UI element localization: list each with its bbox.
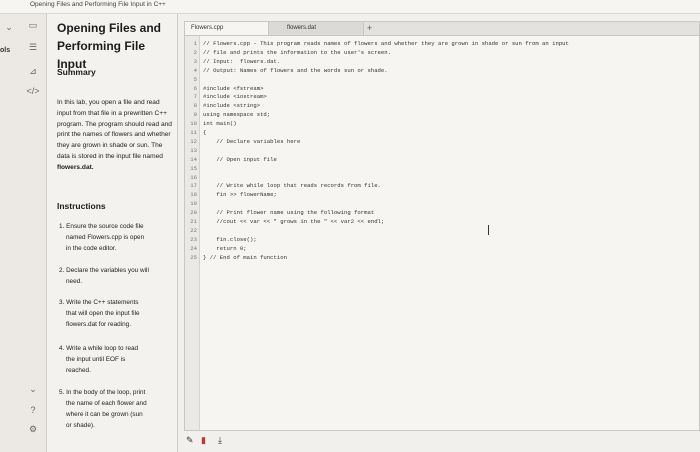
book-icon[interactable]: ▭ [26, 20, 40, 31]
step-line: or shade). [66, 422, 95, 429]
line-number: 4 [193, 66, 197, 74]
line-number: 21 [190, 218, 197, 225]
step-line: Write the C++ statements [66, 299, 139, 306]
editor-toolbar: ✎ ▮ ⤓ [184, 429, 698, 452]
new-tab-button[interactable]: + [367, 22, 372, 35]
download-icon[interactable]: ⤓ [218, 435, 222, 446]
code-line[interactable]: // Input: flowers.dat. [203, 58, 280, 65]
line-number: 13 [190, 146, 197, 154]
lesson-panel: Opening Files and Performing File Input … [47, 14, 178, 452]
instruction-step: 2. Declare the variables you will need. [59, 265, 149, 287]
instruction-step: 3. Write the C++ statements that will op… [59, 297, 140, 330]
chevron-down-icon[interactable]: ⌄ [26, 384, 40, 395]
code-line[interactable]: fin.close(); [203, 236, 256, 243]
step-line: need. [66, 278, 82, 285]
code-line[interactable]: { [203, 129, 206, 136]
step-line: reached. [66, 367, 91, 374]
line-number: 1 [193, 40, 197, 47]
code-line[interactable]: #include <string> [203, 102, 260, 109]
line-number: 23 [190, 235, 197, 243]
rail-label: ols [0, 47, 11, 54]
step-number: 3. [59, 299, 65, 306]
step-line: that will open the input file [66, 310, 140, 317]
left-rail: ⌄ ▭ ols ☰ ⊿ </> ⌄ ? ⚙ [0, 14, 47, 452]
code-line[interactable]: #include <iostream> [203, 93, 267, 100]
instruction-step: 4. Write a while loop to read the input … [59, 343, 138, 376]
help-icon[interactable]: ? [26, 405, 40, 415]
code-line[interactable]: int main() [203, 120, 237, 127]
code-line[interactable]: // Flowers.cpp - This program reads name… [203, 40, 569, 47]
line-number: 16 [190, 173, 197, 181]
line-number: 8 [193, 102, 197, 110]
tab-flowers-dat[interactable]: flowers.dat [269, 22, 364, 35]
tab-flowers-cpp[interactable]: Flowers.cpp [185, 22, 269, 35]
breadcrumb: Opening Files and Performing File Input … [30, 1, 166, 8]
code-line[interactable]: // Output: Names of flowers and the word… [203, 67, 388, 74]
step-line: Write a while loop to read [66, 345, 139, 352]
code-line[interactable]: //cout << var << " grows in the " << var… [203, 218, 384, 225]
line-number: 14 [190, 155, 197, 163]
code-line[interactable]: // Write while loop that reads records f… [203, 182, 381, 189]
line-number: 25 [190, 253, 197, 261]
instruction-step: 5. In the body of the loop, print the na… [59, 387, 147, 431]
code-line[interactable]: // Declare variables here [203, 138, 300, 145]
chart-icon[interactable]: ⊿ [26, 66, 40, 77]
line-number: 5 [193, 75, 197, 83]
line-number: 22 [190, 226, 197, 234]
text-cursor [488, 225, 489, 235]
line-number: 2 [193, 48, 197, 56]
line-number: 15 [190, 164, 197, 172]
line-number: 24 [190, 244, 197, 252]
code-line[interactable]: #include <fstream> [203, 85, 263, 92]
step-line: the name of each flower and [66, 400, 147, 407]
instruction-step: 1. Ensure the source code file named Flo… [59, 221, 144, 254]
line-number: 19 [190, 200, 197, 208]
browser-topbar: Opening Files and Performing File Input … [0, 0, 700, 14]
line-number: 6 [193, 84, 197, 92]
summary-text: In this lab, you open a file and read in… [57, 98, 172, 174]
step-number: 1. [59, 223, 65, 230]
code-line[interactable]: return 0; [203, 245, 246, 252]
step-line: named Flowers.cpp is open [59, 232, 144, 243]
step-line: Declare the variables you will [66, 267, 149, 274]
code-editor[interactable]: Flowers.cpp flowers.dat + 1 // Flowers.cp… [184, 21, 700, 431]
page-title: Opening Files and Performing File Input [57, 21, 162, 71]
line-number: 11 [190, 129, 197, 136]
step-line: in the code editor. [66, 245, 117, 252]
settings-icon[interactable]: ⚙ [26, 424, 40, 435]
pencil-icon[interactable]: ✎ [186, 435, 194, 446]
line-number: 17 [190, 182, 197, 190]
step-number: 2. [59, 267, 65, 274]
step-line: where it can be grown (sun [66, 411, 143, 418]
chevron-down-icon[interactable]: ⌄ [2, 22, 16, 33]
code-line[interactable]: fin >> flowerName; [203, 191, 276, 198]
summary-file: flowers.dat. [57, 163, 94, 171]
line-number: 3 [193, 57, 197, 65]
code-line[interactable]: // Open input file [203, 156, 276, 163]
instructions-heading: Instructions [57, 201, 106, 211]
line-number: 18 [190, 191, 197, 199]
step-line: flowers.dat for reading. [66, 321, 132, 328]
step-number: 5. [59, 389, 65, 396]
list-icon[interactable]: ☰ [26, 42, 40, 53]
step-number: 4. [59, 345, 65, 352]
code-line[interactable]: // Print flower name using the following… [203, 209, 374, 216]
line-number: 10 [190, 120, 197, 128]
line-number: 20 [190, 209, 197, 217]
summary-body: In this lab, you open a file and read in… [57, 99, 172, 160]
step-line: the input until EOF is [66, 356, 126, 363]
line-number: 12 [190, 137, 197, 145]
marker-icon[interactable]: ▮ [201, 435, 206, 446]
editor-tabs: Flowers.cpp flowers.dat + [185, 22, 699, 36]
code-line[interactable]: using namespace std; [203, 111, 270, 118]
line-number: 7 [193, 93, 197, 101]
step-line: Ensure the source code file [66, 223, 144, 230]
code-line[interactable]: } // End of main function [203, 254, 287, 261]
line-number: 9 [193, 111, 197, 119]
step-line: In the body of the loop, print [66, 389, 146, 396]
code-line[interactable]: // file and prints the information to th… [203, 49, 391, 56]
summary-heading: Summary [57, 67, 96, 77]
step-line-text: named Flowers.cpp is open [66, 234, 145, 241]
code-icon[interactable]: </> [26, 86, 40, 96]
